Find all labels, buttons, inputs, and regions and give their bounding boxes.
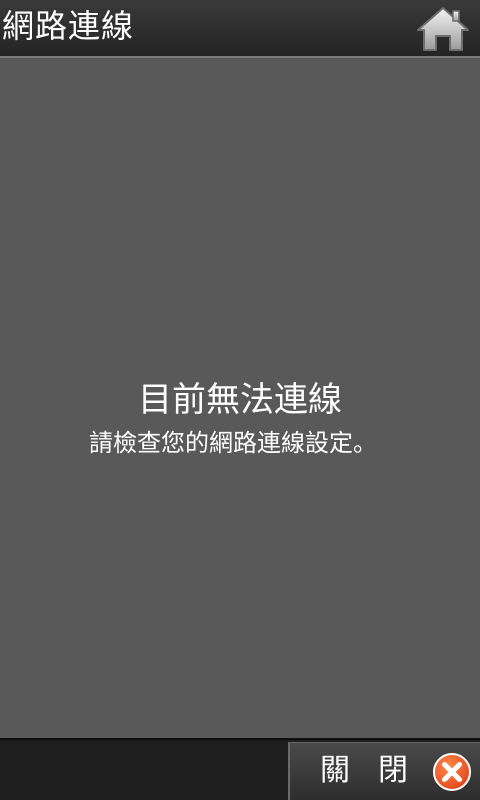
close-circle-icon bbox=[433, 753, 471, 791]
page-title: 網路連線 bbox=[2, 7, 135, 45]
home-icon bbox=[417, 7, 469, 51]
close-button[interactable]: 關閉 bbox=[288, 742, 480, 800]
close-button-label: 關閉 bbox=[320, 753, 436, 788]
footer-bar: 關閉 bbox=[0, 738, 480, 800]
content-area: 目前無法連線 請檢查您的網路連線設定。 bbox=[0, 58, 480, 738]
error-message: 請檢查您的網路連線設定。 bbox=[89, 429, 377, 457]
error-title: 目前無法連線 bbox=[138, 380, 342, 420]
screen: 網路連線 目前無法連線 請檢查您的網路連線設定。 關閉 bbox=[0, 0, 480, 800]
home-button[interactable] bbox=[414, 4, 472, 54]
header-bar: 網路連線 bbox=[0, 0, 480, 58]
